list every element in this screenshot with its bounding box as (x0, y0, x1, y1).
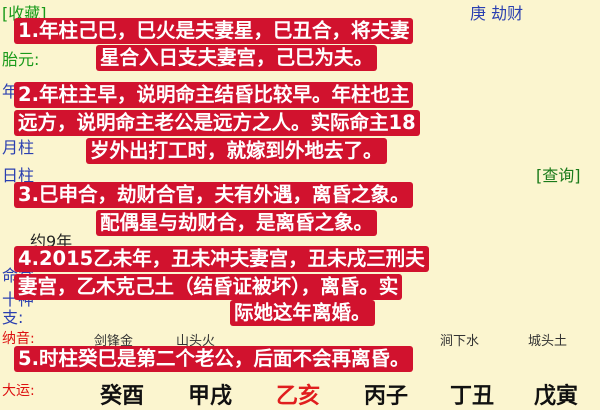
dayun-cell[interactable]: 甲戌 (188, 378, 232, 410)
dayun-cell[interactable]: 戊寅 (534, 378, 578, 410)
header-right-label: 庚 劫财 (470, 4, 524, 23)
dayun-cell[interactable]: 丁丑 (450, 378, 494, 410)
point-4-line-3: 际她这年离婚。 (230, 300, 375, 326)
branch-label: 支: (2, 308, 24, 327)
dayun-cell-current[interactable]: 乙亥 (276, 378, 320, 410)
point-2-line-2: 远方，说明命主老公是远方之人。实际命主18 (14, 110, 420, 136)
point-4-line-1: 4.2015乙未年，丑未冲夫妻宫，丑未戌三刑夫 (14, 246, 429, 272)
dayun-cell[interactable]: 癸酉 (100, 378, 144, 410)
point-4-line-2: 妻宫，乙木克己土（结昏证被坏），离昏。实 (14, 274, 403, 300)
point-2-line-3: 岁外出打工时，就嫁到外地去了。 (86, 138, 387, 164)
point-2-line-1: 2.年柱主早，说明命主结昏比较早。年柱也主 (14, 82, 414, 108)
nayin-cell: 涧下水 (440, 334, 480, 349)
point-1-line-1: 1.年柱己巳，巳火是夫妻星，巳丑合，将夫妻 (14, 18, 414, 44)
dayun-cell[interactable]: 丙子 (364, 378, 408, 410)
query-link[interactable]: [查询] (536, 162, 581, 186)
nayin-cell: 城头土 (528, 334, 568, 349)
point-3-line-1: 3.巳申合，劫财合官，夫有外遇，离昏之象。 (14, 182, 414, 208)
taiyuan-label: 胎元: (2, 50, 40, 69)
dayun-label: 大运: (2, 383, 35, 399)
month-pillar-label: 月柱 (2, 138, 35, 157)
point-3-line-2: 配偶星与劫财合，是离昏之象。 (96, 210, 378, 236)
point-5-line-1: 5.时柱癸巳是第二个老公，后面不会再离昏。 (14, 346, 414, 372)
nayin-label: 纳音: (2, 331, 35, 347)
point-1-line-2: 星合入日支夫妻宫，己巳为夫。 (96, 45, 378, 71)
